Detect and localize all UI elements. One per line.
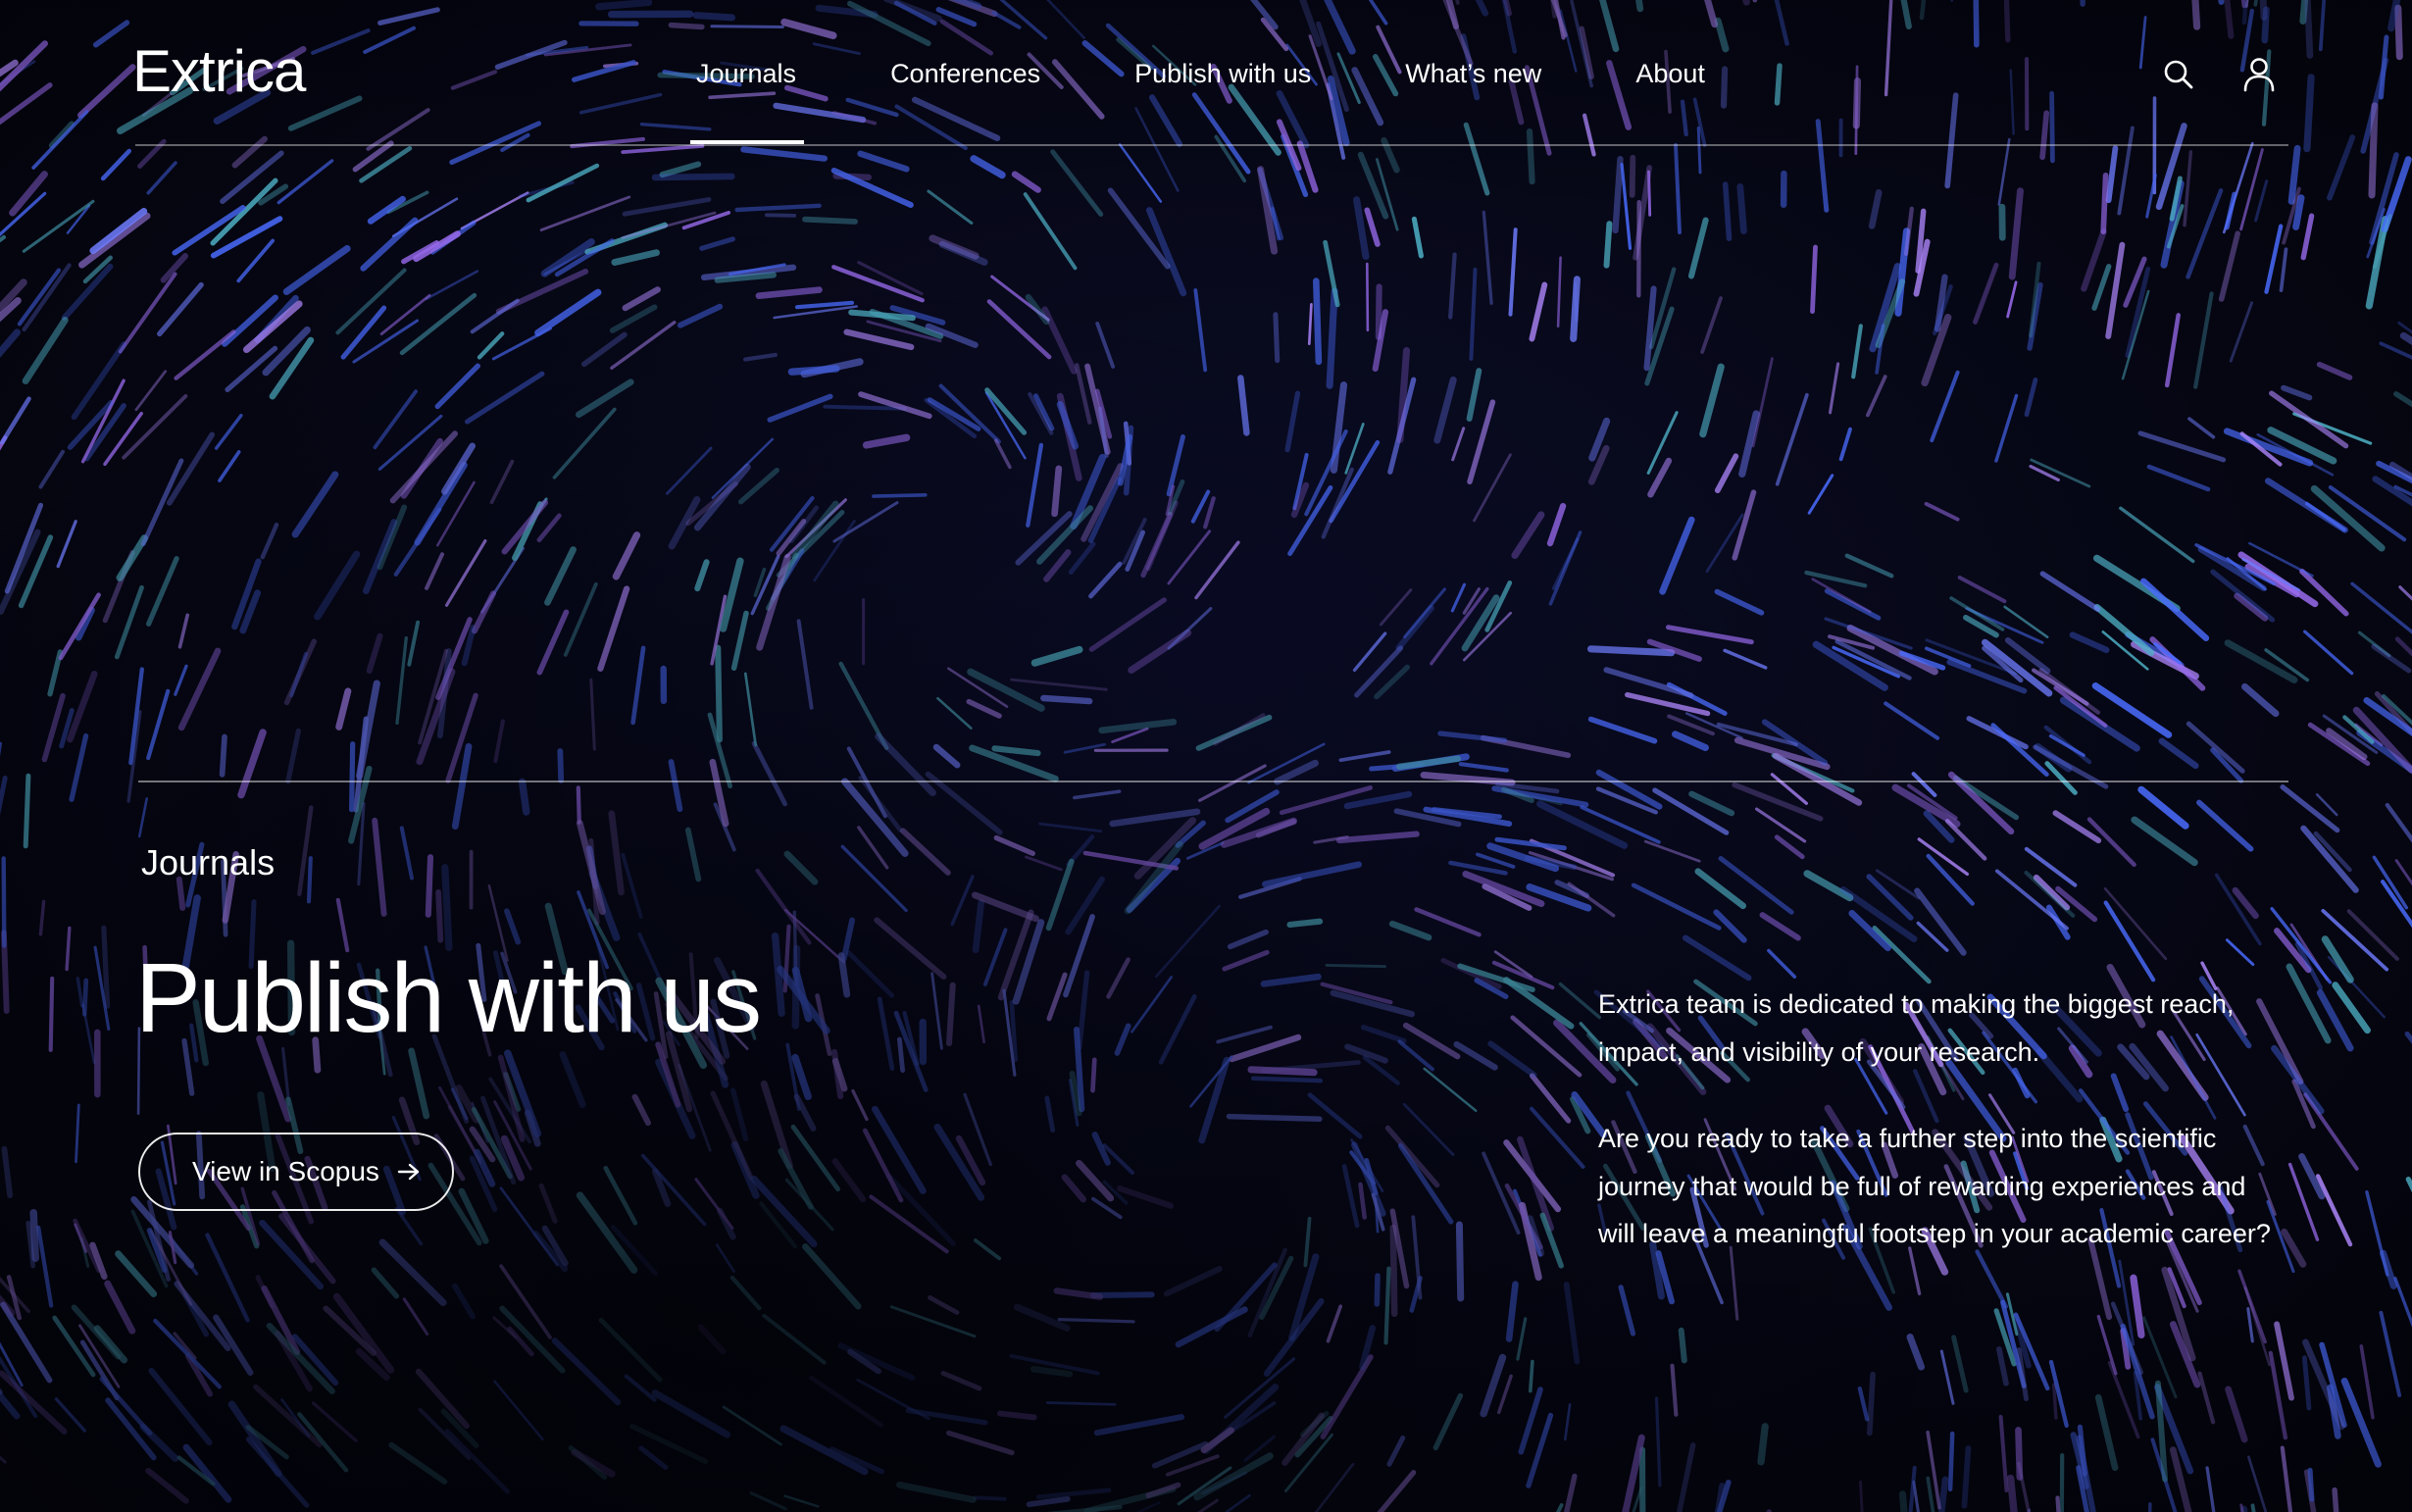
nav-item-whats-new[interactable]: What’s new	[1405, 57, 1541, 90]
description-paragraph: Are you ready to take a further step int…	[1598, 1124, 2271, 1248]
user-icon[interactable]	[2239, 55, 2279, 94]
section-label: Journals	[141, 842, 276, 882]
description-paragraph: Extrica team is dedicated to making the …	[1598, 989, 2235, 1067]
nav-item-conferences[interactable]: Conferences	[890, 57, 1040, 90]
header-actions	[2159, 55, 2279, 94]
nav-item-about[interactable]: About	[1635, 57, 1705, 90]
logo[interactable]: Extrica	[132, 37, 306, 106]
hero-description: Extrica team is dedicated to making the …	[1598, 981, 2275, 1297]
main-nav: Journals Conferences Publish with us Wha…	[689, 57, 1799, 144]
hero-divider	[138, 781, 2288, 782]
view-in-scopus-label: View in Scopus	[192, 1156, 379, 1186]
nav-item-journals[interactable]: Journals	[689, 57, 805, 144]
site-header: Extrica Journals Conferences Publish wit…	[132, 0, 2288, 146]
nav-item-publish-with-us[interactable]: Publish with us	[1134, 57, 1311, 90]
page: Extrica Journals Conferences Publish wit…	[0, 0, 2412, 1512]
arrow-right-icon	[397, 1162, 421, 1182]
view-in-scopus-button[interactable]: View in Scopus	[138, 1133, 454, 1211]
search-icon[interactable]	[2159, 55, 2198, 94]
page-title: Publish with us	[135, 943, 762, 1053]
